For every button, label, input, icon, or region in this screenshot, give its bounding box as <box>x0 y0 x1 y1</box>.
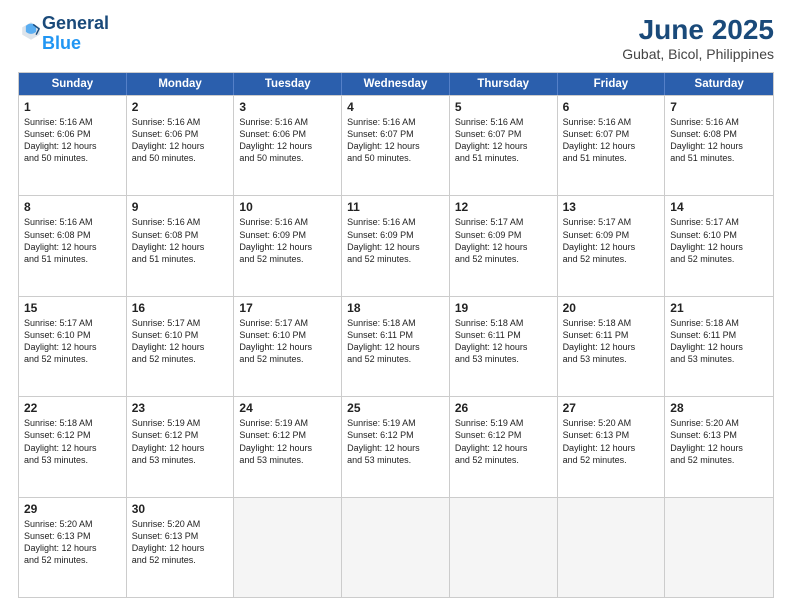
cell-29: 29 Sunrise: 5:20 AMSunset: 6:13 PMDaylig… <box>19 498 127 597</box>
cell-2: 2 Sunrise: 5:16 AMSunset: 6:06 PMDayligh… <box>127 96 235 195</box>
cell-12: 12 Sunrise: 5:17 AMSunset: 6:09 PMDaylig… <box>450 196 558 295</box>
cell-7: 7 Sunrise: 5:16 AMSunset: 6:08 PMDayligh… <box>665 96 773 195</box>
calendar-header-row: Sunday Monday Tuesday Wednesday Thursday… <box>19 73 773 95</box>
header-sunday: Sunday <box>19 73 127 95</box>
cell-23: 23 Sunrise: 5:19 AMSunset: 6:12 PMDaylig… <box>127 397 235 496</box>
cell-24: 24 Sunrise: 5:19 AMSunset: 6:12 PMDaylig… <box>234 397 342 496</box>
cell-26: 26 Sunrise: 5:19 AMSunset: 6:12 PMDaylig… <box>450 397 558 496</box>
cell-27: 27 Sunrise: 5:20 AMSunset: 6:13 PMDaylig… <box>558 397 666 496</box>
cell-3: 3 Sunrise: 5:16 AMSunset: 6:06 PMDayligh… <box>234 96 342 195</box>
cell-18: 18 Sunrise: 5:18 AMSunset: 6:11 PMDaylig… <box>342 297 450 396</box>
cell-10: 10 Sunrise: 5:16 AMSunset: 6:09 PMDaylig… <box>234 196 342 295</box>
cell-empty-3 <box>450 498 558 597</box>
cell-19: 19 Sunrise: 5:18 AMSunset: 6:11 PMDaylig… <box>450 297 558 396</box>
week-row-2: 8 Sunrise: 5:16 AMSunset: 6:08 PMDayligh… <box>19 195 773 295</box>
cell-28: 28 Sunrise: 5:20 AMSunset: 6:13 PMDaylig… <box>665 397 773 496</box>
cell-17: 17 Sunrise: 5:17 AMSunset: 6:10 PMDaylig… <box>234 297 342 396</box>
cell-1: 1 Sunrise: 5:16 AMSunset: 6:06 PMDayligh… <box>19 96 127 195</box>
cell-15: 15 Sunrise: 5:17 AMSunset: 6:10 PMDaylig… <box>19 297 127 396</box>
cell-6: 6 Sunrise: 5:16 AMSunset: 6:07 PMDayligh… <box>558 96 666 195</box>
calendar-page: GeneralBlue June 2025 Gubat, Bicol, Phil… <box>0 0 792 612</box>
cell-30: 30 Sunrise: 5:20 AMSunset: 6:13 PMDaylig… <box>127 498 235 597</box>
cell-4: 4 Sunrise: 5:16 AMSunset: 6:07 PMDayligh… <box>342 96 450 195</box>
cell-21: 21 Sunrise: 5:18 AMSunset: 6:11 PMDaylig… <box>665 297 773 396</box>
header-friday: Friday <box>558 73 666 95</box>
cell-20: 20 Sunrise: 5:18 AMSunset: 6:11 PMDaylig… <box>558 297 666 396</box>
cell-empty-2 <box>342 498 450 597</box>
cell-22: 22 Sunrise: 5:18 AMSunset: 6:12 PMDaylig… <box>19 397 127 496</box>
cell-empty-1 <box>234 498 342 597</box>
logo: GeneralBlue <box>18 14 109 54</box>
calendar-body: 1 Sunrise: 5:16 AMSunset: 6:06 PMDayligh… <box>19 95 773 597</box>
title-block: June 2025 Gubat, Bicol, Philippines <box>622 14 774 62</box>
week-row-1: 1 Sunrise: 5:16 AMSunset: 6:06 PMDayligh… <box>19 95 773 195</box>
week-row-3: 15 Sunrise: 5:17 AMSunset: 6:10 PMDaylig… <box>19 296 773 396</box>
header-thursday: Thursday <box>450 73 558 95</box>
cell-14: 14 Sunrise: 5:17 AMSunset: 6:10 PMDaylig… <box>665 196 773 295</box>
cell-25: 25 Sunrise: 5:19 AMSunset: 6:12 PMDaylig… <box>342 397 450 496</box>
calendar: Sunday Monday Tuesday Wednesday Thursday… <box>18 72 774 598</box>
header-monday: Monday <box>127 73 235 95</box>
cell-9: 9 Sunrise: 5:16 AMSunset: 6:08 PMDayligh… <box>127 196 235 295</box>
cell-8: 8 Sunrise: 5:16 AMSunset: 6:08 PMDayligh… <box>19 196 127 295</box>
cell-empty-5 <box>665 498 773 597</box>
logo-icon <box>20 20 42 42</box>
week-row-4: 22 Sunrise: 5:18 AMSunset: 6:12 PMDaylig… <box>19 396 773 496</box>
header: GeneralBlue June 2025 Gubat, Bicol, Phil… <box>18 14 774 62</box>
header-tuesday: Tuesday <box>234 73 342 95</box>
cell-13: 13 Sunrise: 5:17 AMSunset: 6:09 PMDaylig… <box>558 196 666 295</box>
cell-11: 11 Sunrise: 5:16 AMSunset: 6:09 PMDaylig… <box>342 196 450 295</box>
calendar-subtitle: Gubat, Bicol, Philippines <box>622 46 774 62</box>
header-wednesday: Wednesday <box>342 73 450 95</box>
cell-5: 5 Sunrise: 5:16 AMSunset: 6:07 PMDayligh… <box>450 96 558 195</box>
header-saturday: Saturday <box>665 73 773 95</box>
cell-empty-4 <box>558 498 666 597</box>
calendar-title: June 2025 <box>622 14 774 46</box>
week-row-5: 29 Sunrise: 5:20 AMSunset: 6:13 PMDaylig… <box>19 497 773 597</box>
cell-16: 16 Sunrise: 5:17 AMSunset: 6:10 PMDaylig… <box>127 297 235 396</box>
